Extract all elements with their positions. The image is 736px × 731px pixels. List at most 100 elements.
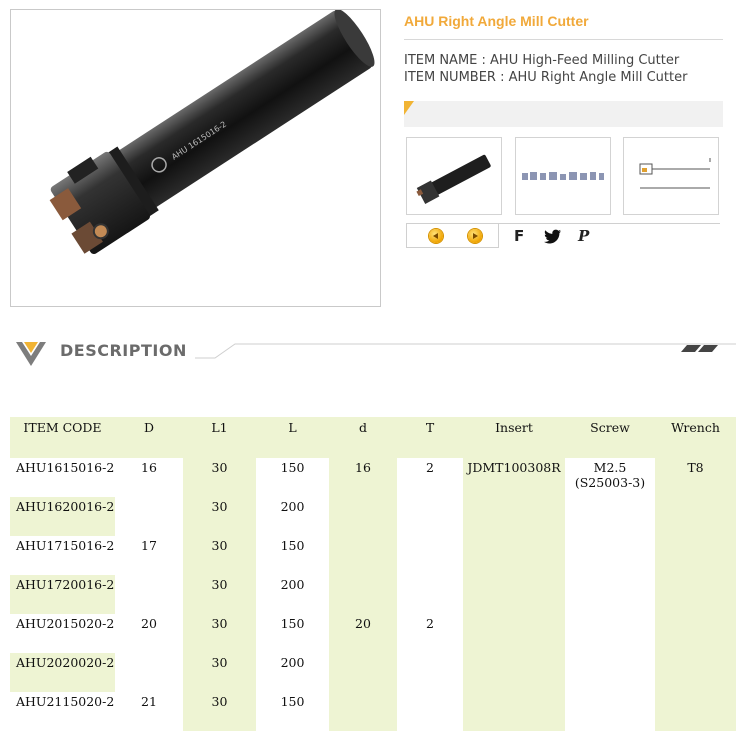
cell-t (397, 653, 463, 692)
milling-cutter-illustration: AHU 1615016-2 (49, 10, 375, 255)
cell-d-upper: 16 (115, 458, 183, 497)
product-title: AHU Right Angle Mill Cutter (404, 13, 589, 29)
table-row: AHU1715016-2 17 30 150 (10, 536, 736, 575)
table-row: AHU1720016-2 30 200 (10, 575, 736, 614)
section-divider (195, 343, 736, 359)
cell-d-lower (329, 653, 397, 692)
table-row: AHU2115020-2 21 30 150 (10, 692, 736, 731)
cell-wrench (655, 575, 736, 614)
col-wrench: Wrench (655, 417, 736, 458)
arrow-left-icon (433, 233, 438, 239)
table-header-row: ITEM CODE D L1 L d T Insert Screw Wrench (10, 417, 736, 458)
item-code: AHU2020020-2 (10, 653, 115, 692)
col-screw: Screw (565, 417, 655, 458)
chevron-down-icon (16, 342, 46, 366)
drawing-thumbnail-image (639, 158, 711, 189)
cell-t: 2 (397, 614, 463, 653)
item-code: AHU1615016-2 (10, 458, 115, 497)
cell-d-upper (115, 497, 183, 536)
cell-l1: 30 (183, 692, 256, 731)
cell-screw (565, 614, 655, 653)
cell-wrench (655, 497, 736, 536)
col-l1: L1 (183, 417, 256, 458)
cell-d-lower (329, 497, 397, 536)
cell-l1: 30 (183, 614, 256, 653)
info-band (404, 101, 723, 127)
cell-l: 200 (256, 653, 329, 692)
cell-d-lower (329, 536, 397, 575)
spec-table: ITEM CODE D L1 L d T Insert Screw Wrench… (10, 417, 736, 731)
cell-l: 150 (256, 692, 329, 731)
cell-insert (463, 653, 565, 692)
cell-d-lower: 16 (329, 458, 397, 497)
cell-t (397, 575, 463, 614)
cell-l: 200 (256, 575, 329, 614)
table-row: AHU1620016-2 30 200 (10, 497, 736, 536)
facebook-icon[interactable]: F (514, 228, 524, 244)
cell-t (397, 497, 463, 536)
cell-insert: JDMT100308R (463, 458, 565, 497)
cell-insert (463, 692, 565, 731)
cell-l: 150 (256, 458, 329, 497)
cell-l1: 30 (183, 653, 256, 692)
cell-t (397, 536, 463, 575)
thumbnail-drawing[interactable] (623, 137, 719, 215)
cell-t: 2 (397, 458, 463, 497)
twitter-icon[interactable] (544, 229, 562, 248)
item-code: AHU1715016-2 (10, 536, 115, 575)
prev-button[interactable] (429, 229, 443, 243)
title-divider (404, 39, 723, 40)
next-button[interactable] (468, 229, 482, 243)
item-code: AHU1620016-2 (10, 497, 115, 536)
col-l: L (256, 417, 329, 458)
cell-insert (463, 536, 565, 575)
cell-insert (463, 497, 565, 536)
thumbnail-cutter[interactable] (406, 137, 502, 215)
cell-l1: 30 (183, 575, 256, 614)
table-row: AHU1615016-2 16 30 150 16 2 JDMT100308R … (10, 458, 736, 497)
item-code: AHU2015020-2 (10, 614, 115, 653)
pinterest-icon[interactable]: P (578, 228, 589, 244)
cell-d-lower (329, 575, 397, 614)
cell-wrench (655, 653, 736, 692)
table-row: AHU2015020-2 20 30 150 20 2 (10, 614, 736, 653)
cell-wrench (655, 536, 736, 575)
cell-insert (463, 575, 565, 614)
corner-marker-icon (404, 101, 414, 115)
cell-wrench (655, 692, 736, 731)
cell-l1: 30 (183, 536, 256, 575)
cell-d-upper: 20 (115, 614, 183, 653)
cutter-thumbnail-image (416, 154, 491, 204)
cell-d-upper (115, 653, 183, 692)
cell-l1: 30 (183, 497, 256, 536)
product-image[interactable]: AHU 1615016-2 (10, 9, 381, 307)
cell-d-lower (329, 692, 397, 731)
col-d-lower: d (329, 417, 397, 458)
col-t: T (397, 417, 463, 458)
cell-l: 200 (256, 497, 329, 536)
inserts-thumbnail-image (522, 172, 604, 180)
cell-screw (565, 536, 655, 575)
screw-part: (S25003-3) (574, 475, 646, 490)
thumbnail-inserts[interactable] (515, 137, 611, 215)
item-number: ITEM NUMBER : AHU Right Angle Mill Cutte… (404, 70, 688, 85)
cell-wrench: T8 (655, 458, 736, 497)
cell-screw: M2.5 (S25003-3) (565, 458, 655, 497)
cell-l: 150 (256, 614, 329, 653)
cell-screw (565, 692, 655, 731)
table-row: AHU2020020-2 30 200 (10, 653, 736, 692)
item-code: AHU1720016-2 (10, 575, 115, 614)
cell-l1: 30 (183, 458, 256, 497)
col-d-upper: D (115, 417, 183, 458)
cell-screw (565, 653, 655, 692)
cell-d-lower: 20 (329, 614, 397, 653)
cell-screw (565, 575, 655, 614)
cell-d-upper: 21 (115, 692, 183, 731)
screw-size: M2.5 (593, 460, 627, 475)
cell-screw (565, 497, 655, 536)
description-heading: DESCRIPTION (60, 341, 187, 360)
cell-l: 150 (256, 536, 329, 575)
cell-wrench (655, 614, 736, 653)
thumbnail-nav (406, 224, 499, 248)
arrow-right-icon (473, 233, 478, 239)
